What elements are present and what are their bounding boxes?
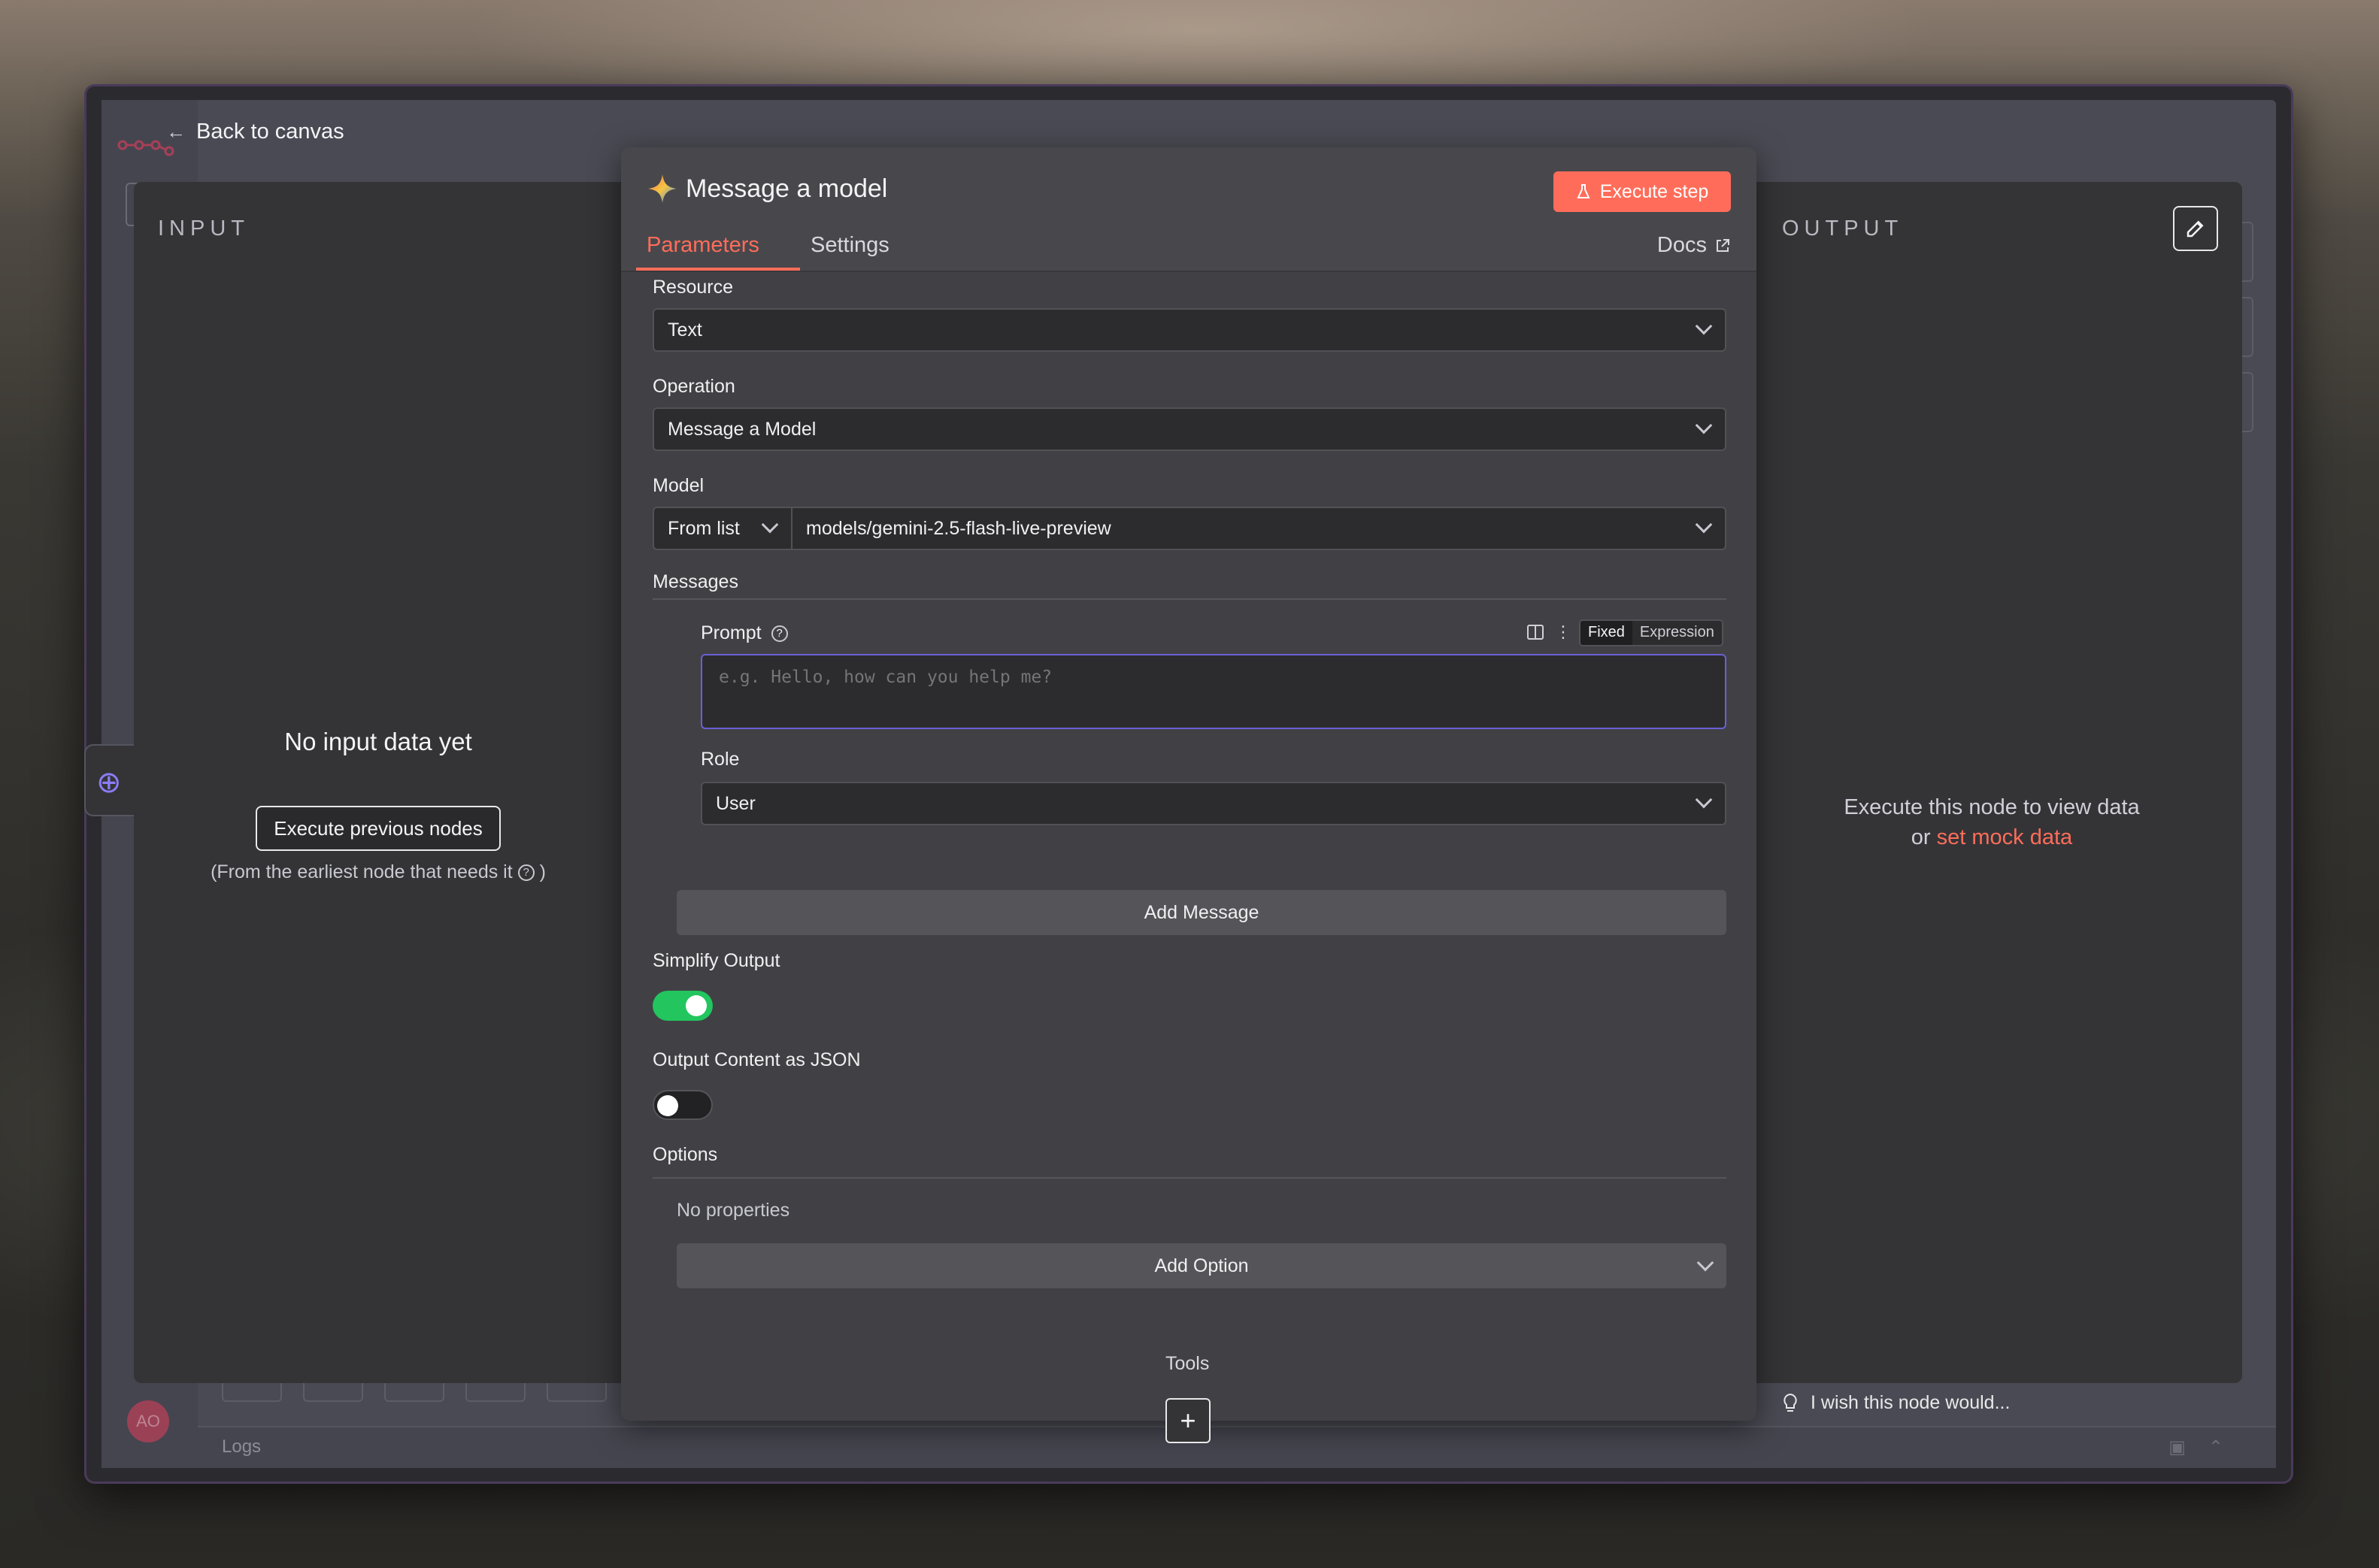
execute-step-button[interactable]: Execute step bbox=[1553, 171, 1731, 212]
back-to-canvas-link[interactable]: ← Back to canvas bbox=[166, 120, 344, 144]
mode-fixed[interactable]: Fixed bbox=[1580, 621, 1632, 645]
pencil-icon bbox=[2187, 220, 2204, 238]
resource-label: Resource bbox=[653, 277, 733, 298]
messages-label: Messages bbox=[653, 571, 738, 592]
logs-label: Logs bbox=[222, 1436, 262, 1457]
avatar[interactable]: AO bbox=[127, 1400, 169, 1442]
panel-icon[interactable] bbox=[1526, 623, 1544, 641]
role-value: User bbox=[716, 792, 756, 814]
more-icon[interactable]: ⋮ bbox=[1555, 622, 1571, 642]
operation-select[interactable]: Message a Model bbox=[653, 407, 1726, 451]
no-properties-text: No properties bbox=[677, 1200, 790, 1221]
logs-bar[interactable]: Logs ▣⌃ bbox=[198, 1426, 2276, 1468]
edit-output-button[interactable] bbox=[2173, 206, 2218, 251]
prompt-label-row: Prompt ? bbox=[701, 622, 788, 644]
output-panel: OUTPUT Execute this node to view data or… bbox=[1741, 182, 2242, 1383]
resource-select[interactable]: Text bbox=[653, 308, 1726, 352]
model-mode-select[interactable]: From list bbox=[653, 507, 792, 550]
logs-controls[interactable]: ▣⌃ bbox=[2168, 1436, 2246, 1458]
output-message-or: or bbox=[1911, 825, 1931, 849]
prompt-input[interactable] bbox=[701, 654, 1726, 729]
add-option-label: Add Option bbox=[1154, 1255, 1249, 1276]
model-value: models/gemini-2.5-flash-live-preview bbox=[806, 517, 1111, 539]
prompt-tools: ⋮ bbox=[1526, 622, 1571, 642]
mode-expression[interactable]: Expression bbox=[1632, 621, 1722, 645]
feedback-link[interactable]: I wish this node would... bbox=[1782, 1392, 2010, 1414]
options-label: Options bbox=[653, 1144, 718, 1165]
operation-label: Operation bbox=[653, 376, 735, 397]
back-label: Back to canvas bbox=[196, 120, 344, 144]
options-divider bbox=[653, 1177, 1726, 1179]
no-input-heading: No input data yet bbox=[284, 728, 472, 755]
chevron-down-icon bbox=[1696, 1254, 1714, 1272]
value-mode-toggle[interactable]: Fixed Expression bbox=[1579, 619, 1723, 646]
tools-label: Tools bbox=[1165, 1353, 1210, 1374]
simplify-output-label: Simplify Output bbox=[653, 950, 780, 971]
output-title: OUTPUT bbox=[1782, 216, 1904, 241]
output-empty-message: Execute this node to view data or set mo… bbox=[1741, 792, 2242, 852]
docs-link[interactable]: Docs bbox=[1657, 233, 1731, 258]
output-message-line1: Execute this node to view data bbox=[1844, 795, 2140, 819]
role-select[interactable]: User bbox=[701, 782, 1726, 825]
tab-parameters[interactable]: Parameters bbox=[647, 233, 759, 258]
active-tab-indicator bbox=[636, 268, 800, 271]
toggle-knob bbox=[657, 1095, 678, 1116]
chevron-down-icon bbox=[761, 516, 779, 534]
input-node-handle[interactable]: ⊕ bbox=[84, 744, 134, 816]
gemini-icon bbox=[648, 174, 677, 203]
toggle-knob bbox=[686, 995, 707, 1016]
role-label: Role bbox=[701, 749, 740, 770]
wish-label: I wish this node would... bbox=[1811, 1392, 2011, 1413]
lightbulb-icon bbox=[1783, 1393, 1797, 1412]
help-icon[interactable]: ? bbox=[517, 864, 535, 881]
model-label: Model bbox=[653, 475, 705, 496]
input-panel: INPUT No input data yet Execute previous… bbox=[134, 182, 623, 1383]
add-option-button[interactable]: Add Option bbox=[677, 1243, 1726, 1288]
chevron-down-icon bbox=[1695, 791, 1713, 809]
add-message-button[interactable]: Add Message bbox=[677, 890, 1726, 935]
model-select[interactable]: models/gemini-2.5-flash-live-preview bbox=[791, 507, 1726, 550]
input-title: INPUT bbox=[158, 216, 250, 241]
docs-label: Docs bbox=[1656, 233, 1707, 257]
chevron-down-icon bbox=[1695, 317, 1713, 335]
execute-step-label: Execute step bbox=[1599, 180, 1709, 202]
resource-value: Text bbox=[668, 319, 702, 341]
messages-divider bbox=[653, 598, 1726, 600]
canvas-ghost-buttons bbox=[222, 1381, 607, 1402]
json-output-toggle[interactable] bbox=[653, 1090, 713, 1120]
note-prefix: (From the earliest node that needs it bbox=[211, 861, 513, 882]
node-title: Message a model bbox=[686, 174, 888, 203]
simplify-output-toggle[interactable] bbox=[653, 991, 713, 1021]
note-suffix: ) bbox=[539, 861, 546, 882]
json-output-label: Output Content as JSON bbox=[653, 1049, 861, 1070]
back-arrow-icon: ← bbox=[166, 120, 186, 143]
chevron-down-icon bbox=[1695, 416, 1713, 434]
set-mock-data-link[interactable]: set mock data bbox=[1937, 825, 2073, 849]
external-link-icon bbox=[1717, 238, 1729, 252]
help-icon[interactable]: ? bbox=[771, 625, 788, 642]
modal-header: Message a model Execute step Parameters … bbox=[621, 147, 1756, 272]
earliest-node-note: (From the earliest node that needs it ? … bbox=[134, 861, 623, 883]
tab-settings[interactable]: Settings bbox=[811, 233, 889, 258]
chevron-down-icon bbox=[1695, 516, 1713, 534]
flask-icon bbox=[1577, 184, 1590, 198]
globe-icon: ⊕ bbox=[96, 766, 122, 799]
prompt-label: Prompt bbox=[701, 622, 762, 643]
model-mode-value: From list bbox=[668, 517, 740, 539]
add-tool-button[interactable]: + bbox=[1165, 1398, 1211, 1443]
operation-value: Message a Model bbox=[668, 418, 817, 440]
execute-previous-nodes-button[interactable]: Execute previous nodes bbox=[256, 806, 501, 851]
